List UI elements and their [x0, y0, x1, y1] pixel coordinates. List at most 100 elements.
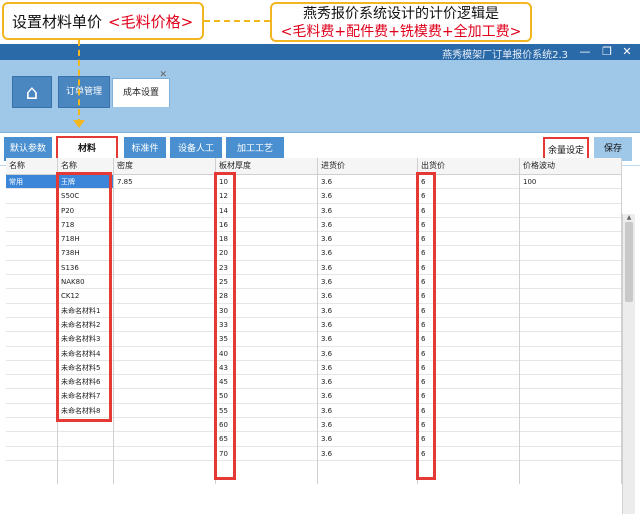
table-cell[interactable]: 3.6: [318, 189, 417, 204]
table-cell[interactable]: 7.85: [114, 175, 215, 190]
table-cell[interactable]: 3.6: [318, 218, 417, 233]
table-cell[interactable]: [114, 318, 215, 333]
table-cell[interactable]: 3.6: [318, 447, 417, 461]
tab-order-management[interactable]: 订单管理: [58, 76, 110, 108]
table-cell[interactable]: 3.6: [318, 418, 417, 433]
annotation-right-line2: <毛料费+配件费+铣模费+全加工费>: [280, 24, 522, 40]
table-cell[interactable]: [6, 275, 57, 290]
table-cell[interactable]: [520, 289, 621, 304]
table-cell[interactable]: [520, 275, 621, 290]
table-cell[interactable]: 3.6: [318, 432, 417, 447]
table-cell[interactable]: [6, 318, 57, 333]
table-cell[interactable]: 3.6: [318, 246, 417, 261]
table-cell[interactable]: [114, 304, 215, 318]
table-cell[interactable]: [520, 318, 621, 333]
table-cell[interactable]: [114, 204, 215, 218]
table-cell[interactable]: [520, 261, 621, 276]
table-cell[interactable]: 3.6: [318, 318, 417, 333]
table-cell[interactable]: [114, 246, 215, 261]
table-cell[interactable]: [6, 289, 57, 304]
restore-button[interactable]: ❐: [598, 45, 616, 59]
close-button[interactable]: ✕: [618, 45, 636, 59]
table-cell[interactable]: [520, 432, 621, 447]
table-cell[interactable]: [520, 375, 621, 390]
table-cell[interactable]: [6, 189, 57, 204]
table-cell[interactable]: [6, 447, 57, 461]
column-header[interactable]: 密度: [114, 158, 215, 175]
table-cell[interactable]: [6, 389, 57, 404]
table-cell[interactable]: 3.6: [318, 289, 417, 304]
column-price-fluctuation: 价格波动 100: [520, 158, 622, 484]
table-cell[interactable]: 3.6: [318, 375, 417, 390]
table-cell[interactable]: [520, 204, 621, 218]
table-cell[interactable]: [6, 361, 57, 376]
vertical-scrollbar[interactable]: ▲: [622, 214, 635, 514]
table-cell[interactable]: [114, 232, 215, 247]
table-cell[interactable]: [58, 432, 113, 447]
table-cell[interactable]: 3.6: [318, 175, 417, 190]
table-cell[interactable]: [520, 246, 621, 261]
table-cell[interactable]: [114, 347, 215, 361]
tab-cost-settings[interactable]: 成本设置 ✕: [112, 70, 170, 107]
table-cell[interactable]: 3.6: [318, 361, 417, 376]
table-cell[interactable]: [6, 232, 57, 247]
table-cell[interactable]: [520, 232, 621, 247]
table-cell[interactable]: [6, 261, 57, 276]
table-cell[interactable]: [114, 332, 215, 347]
table-cell[interactable]: [520, 332, 621, 347]
table-cell[interactable]: [114, 375, 215, 390]
table-cell[interactable]: [114, 389, 215, 404]
table-cell[interactable]: 3.6: [318, 404, 417, 419]
table-cell[interactable]: [6, 304, 57, 318]
table-cell[interactable]: [6, 218, 57, 233]
table-cell[interactable]: [114, 432, 215, 447]
table-cell[interactable]: [6, 204, 57, 218]
table-cell[interactable]: [114, 289, 215, 304]
column-header[interactable]: 价格波动: [520, 158, 621, 175]
table-cell[interactable]: 3.6: [318, 275, 417, 290]
table-cell[interactable]: 3.6: [318, 304, 417, 318]
scroll-up-icon[interactable]: ▲: [623, 214, 635, 222]
home-button[interactable]: ⌂: [12, 76, 52, 108]
table-cell[interactable]: [520, 218, 621, 233]
table-cell[interactable]: [114, 189, 215, 204]
table-cell[interactable]: [6, 418, 57, 433]
table-cell[interactable]: [520, 304, 621, 318]
table-cell[interactable]: [520, 404, 621, 419]
table-cell[interactable]: [6, 375, 57, 390]
table-cell[interactable]: [6, 332, 57, 347]
table-cell[interactable]: [6, 347, 57, 361]
table-cell[interactable]: [520, 347, 621, 361]
table-cell[interactable]: [114, 275, 215, 290]
highlight-plate-thickness: [214, 172, 236, 480]
table-cell[interactable]: [520, 447, 621, 461]
table-cell[interactable]: [520, 389, 621, 404]
tab-close-icon[interactable]: ✕: [159, 69, 167, 81]
table-cell[interactable]: [520, 189, 621, 204]
table-cell[interactable]: 3.6: [318, 204, 417, 218]
table-cell[interactable]: 3.6: [318, 332, 417, 347]
table-cell[interactable]: 100: [520, 175, 621, 190]
table-cell[interactable]: [6, 404, 57, 419]
table-cell[interactable]: [520, 418, 621, 433]
table-cell[interactable]: 常用: [6, 175, 57, 190]
table-cell[interactable]: [114, 418, 215, 433]
table-cell[interactable]: 3.6: [318, 261, 417, 276]
table-cell[interactable]: [114, 447, 215, 461]
table-cell[interactable]: 3.6: [318, 347, 417, 361]
column-header[interactable]: 名称: [6, 158, 57, 175]
table-cell[interactable]: [114, 218, 215, 233]
column-header[interactable]: 进货价: [318, 158, 417, 175]
table-cell[interactable]: [58, 447, 113, 461]
column-density: 密度 7.85: [114, 158, 216, 484]
minimize-button[interactable]: —: [576, 45, 594, 59]
table-cell[interactable]: [6, 246, 57, 261]
table-cell[interactable]: [6, 432, 57, 447]
table-cell[interactable]: 3.6: [318, 389, 417, 404]
table-cell[interactable]: 3.6: [318, 232, 417, 247]
table-cell[interactable]: [114, 404, 215, 419]
table-cell[interactable]: [114, 361, 215, 376]
table-cell[interactable]: [114, 261, 215, 276]
scroll-thumb[interactable]: [625, 222, 633, 302]
table-cell[interactable]: [520, 361, 621, 376]
